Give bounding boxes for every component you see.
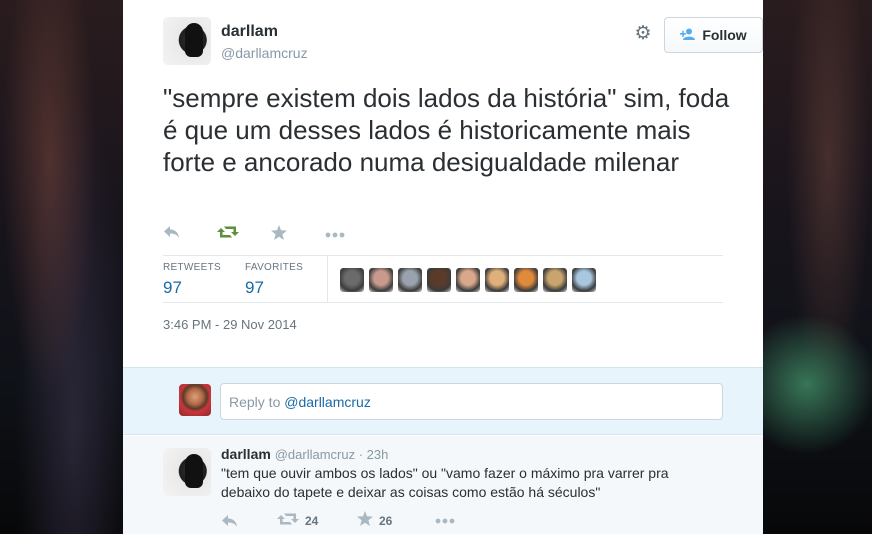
- tweet-header: darllam @darllamcruz ⚙ Follow: [163, 17, 763, 65]
- author-name[interactable]: darllam: [221, 23, 278, 41]
- follow-label: Follow: [702, 27, 747, 43]
- favorite-count: 26: [379, 513, 393, 528]
- reply-author-name[interactable]: darllam: [221, 446, 271, 462]
- favoriter-avatar[interactable]: [427, 268, 451, 292]
- current-user-avatar: [179, 384, 211, 416]
- favorites-label: FAVORITES: [245, 262, 304, 273]
- tweet-actions: [163, 225, 379, 245]
- tweet-text: "sempre existem dois lados da história" …: [163, 83, 730, 177]
- retweets-stat[interactable]: RETWEETS 97: [163, 262, 221, 298]
- favoriter-avatar[interactable]: [514, 268, 538, 292]
- reply-mention: @darllamcruz: [284, 394, 371, 410]
- stats-divider: [327, 256, 328, 302]
- background-right-photo: [763, 0, 872, 534]
- favorited-by-avatars: [340, 268, 596, 292]
- retweets-value: 97: [163, 278, 182, 297]
- reply-icon[interactable]: [221, 511, 277, 530]
- reply-icon[interactable]: [163, 225, 217, 245]
- reply-author-avatar[interactable]: [163, 448, 211, 496]
- reply-tweet-header: darllam @darllamcruz · 23h: [221, 446, 388, 462]
- favoriter-avatar[interactable]: [369, 268, 393, 292]
- tweet-stats: RETWEETS 97 FAVORITES 97: [163, 256, 723, 302]
- more-icon[interactable]: [435, 511, 455, 530]
- favoriter-avatar[interactable]: [456, 268, 480, 292]
- favoriter-avatar[interactable]: [572, 268, 596, 292]
- follow-button[interactable]: Follow: [664, 17, 763, 53]
- retweet-icon[interactable]: [217, 225, 271, 245]
- reply-tweet-text: "tem que ouvir ambos os lados" ou "vamo …: [221, 465, 669, 500]
- more-icon[interactable]: [325, 225, 379, 245]
- reply-input[interactable]: Reply to @darllamcruz: [220, 383, 723, 420]
- reply-time[interactable]: 23h: [367, 447, 389, 462]
- author-handle[interactable]: @darllamcruz: [221, 45, 308, 61]
- reply-prefix: Reply to: [229, 394, 285, 410]
- tweet-timestamp[interactable]: 3:46 PM - 29 Nov 2014: [163, 317, 297, 332]
- background-left-photo: [0, 0, 123, 534]
- reply-separator: ·: [355, 447, 367, 462]
- star-icon: [357, 511, 373, 530]
- tweet-card: darllam @darllamcruz ⚙ Follow "sempre ex…: [123, 0, 763, 534]
- divider: [163, 302, 723, 303]
- divider: [163, 255, 723, 256]
- reply-tweet[interactable]: darllam @darllamcruz · 23h "tem que ouvi…: [123, 436, 763, 534]
- favoriter-avatar[interactable]: [485, 268, 509, 292]
- gear-icon[interactable]: ⚙: [633, 24, 653, 44]
- favorites-value: 97: [245, 278, 264, 297]
- retweet-icon: [277, 512, 299, 530]
- author-avatar[interactable]: [163, 17, 211, 65]
- reply-box: Reply to @darllamcruz: [123, 367, 763, 435]
- favoriter-avatar[interactable]: [398, 268, 422, 292]
- favoriter-avatar[interactable]: [543, 268, 567, 292]
- favorites-stat[interactable]: FAVORITES 97: [245, 262, 303, 298]
- reply-tweet-actions: 24 26: [221, 511, 455, 530]
- reply-author-handle[interactable]: @darllamcruz: [275, 447, 355, 462]
- retweet-count: 24: [305, 513, 319, 528]
- follow-user-icon: [680, 27, 696, 44]
- favorite-action[interactable]: 26: [357, 511, 435, 530]
- retweets-label: RETWEETS: [163, 262, 221, 273]
- favoriter-avatar[interactable]: [340, 268, 364, 292]
- star-icon[interactable]: [271, 225, 325, 245]
- retweet-action[interactable]: 24: [277, 511, 357, 530]
